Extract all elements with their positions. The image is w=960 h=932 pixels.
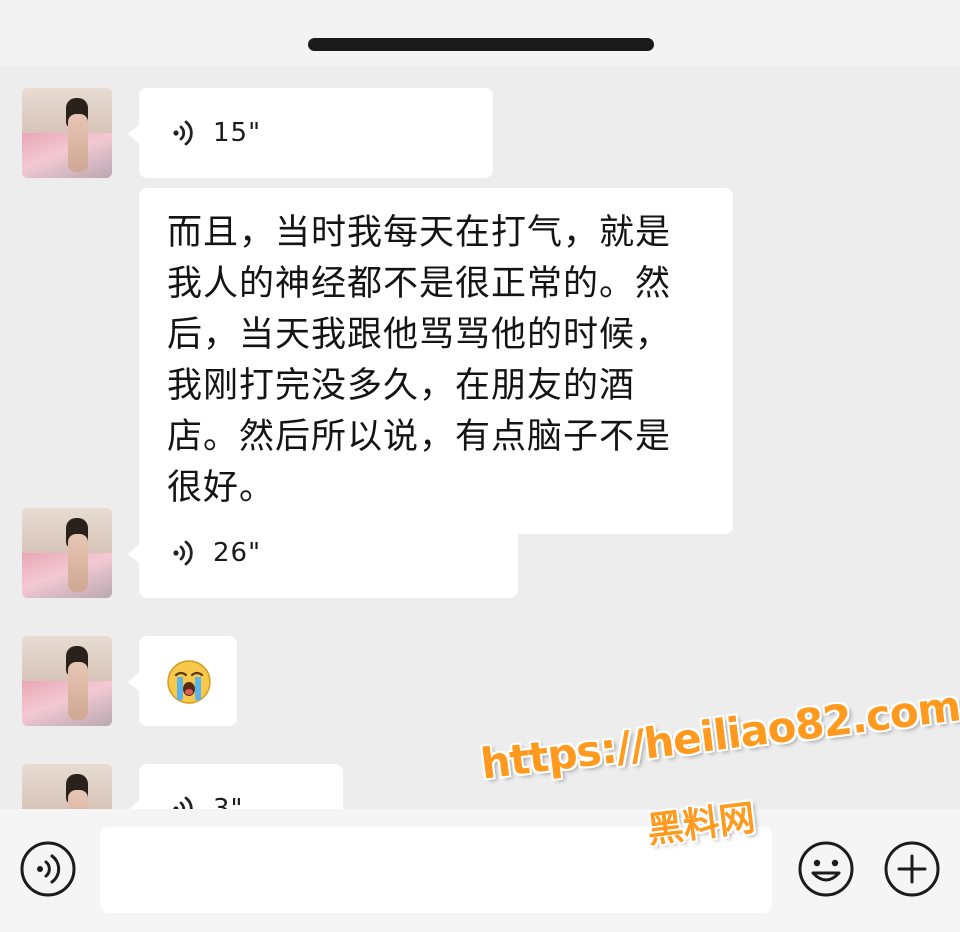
top-area (0, 0, 960, 66)
text-message-bubble[interactable]: 而且，当时我每天在打气，就是我人的神经都不是很正常的。然后，当天我跟他骂骂他的时… (139, 188, 733, 534)
voice-duration: 3" (213, 794, 244, 809)
avatar[interactable] (22, 636, 112, 726)
smiley-icon[interactable] (796, 839, 856, 899)
home-indicator-bar (308, 38, 654, 51)
loudly-crying-face-icon (167, 660, 211, 704)
voice-duration: 15" (213, 118, 262, 148)
voice-wave-icon (173, 540, 193, 566)
message-text: 而且，当时我每天在打气，就是我人的神经都不是很正常的。然后，当天我跟他骂骂他的时… (167, 213, 672, 508)
avatar[interactable] (22, 508, 112, 598)
voice-message-bubble[interactable]: 3" (128, 764, 343, 809)
voice-duration: 26" (213, 538, 262, 568)
avatar[interactable] (22, 764, 112, 809)
voice-mode-icon[interactable] (18, 839, 78, 899)
voice-wave-icon (173, 796, 193, 809)
voice-wave-icon (173, 120, 193, 146)
voice-message-bubble[interactable]: 26" (128, 508, 518, 598)
plus-circle-icon[interactable] (882, 839, 942, 899)
avatar[interactable] (22, 88, 112, 178)
emoji-message-bubble[interactable] (128, 636, 237, 726)
input-bar (0, 809, 960, 932)
voice-message-bubble[interactable]: 15" (128, 88, 493, 178)
